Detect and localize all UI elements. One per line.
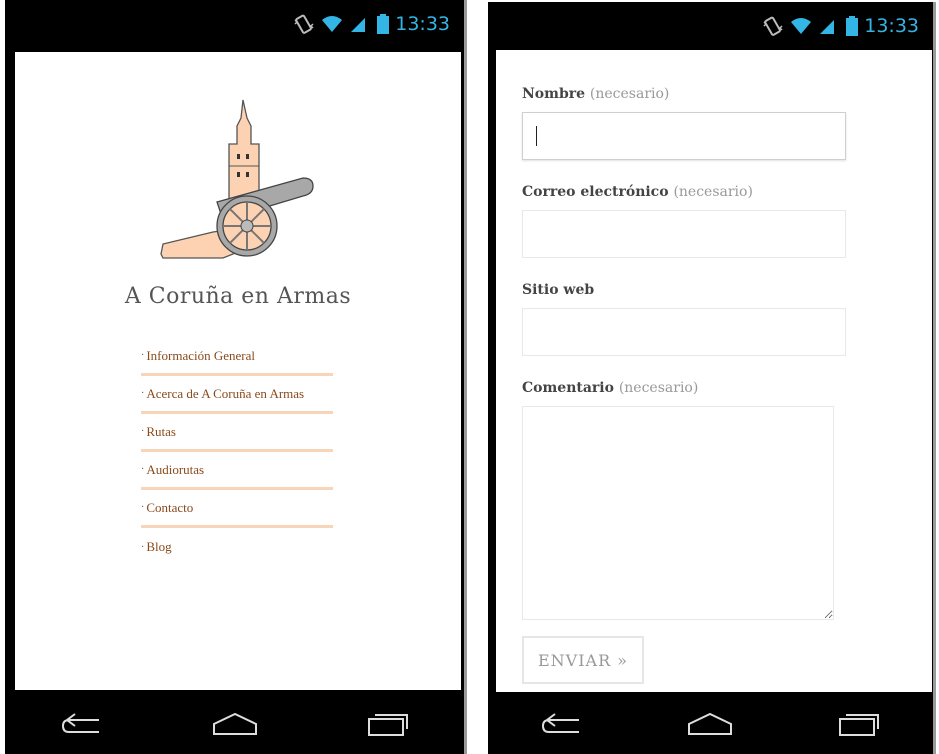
recent-apps-button[interactable] (358, 704, 418, 744)
menu-bullet: · (141, 541, 145, 553)
app-screen[interactable]: Nombre (necesario) Correo electrónico (n… (496, 50, 932, 692)
app-screen[interactable]: A Coruña en Armas · Información General … (15, 52, 461, 690)
wifi-icon (321, 14, 343, 34)
home-button[interactable] (205, 704, 265, 744)
text-cursor (536, 126, 537, 146)
home-icon (688, 712, 733, 735)
menu-item-label: Audiorutas (146, 461, 205, 477)
recent-apps-button[interactable] (829, 704, 889, 744)
name-required-note: (necesario) (589, 86, 670, 102)
name-label: Nombre (necesario) (522, 86, 852, 102)
home-icon (212, 712, 257, 735)
menu-bullet: · (141, 464, 145, 475)
email-field[interactable] (522, 210, 846, 258)
menu-item-audiorutas[interactable]: · Audiorutas (141, 452, 333, 490)
back-icon (542, 713, 580, 733)
menu-bullet: · (141, 388, 145, 399)
menu-item-informacion-general[interactable]: · Información General (141, 338, 333, 376)
home-button[interactable] (680, 704, 740, 744)
email-label: Correo electrónico (necesario) (522, 184, 852, 200)
back-button[interactable] (532, 704, 592, 744)
tower-cannon-logo-icon (160, 99, 314, 259)
back-button[interactable] (52, 704, 112, 744)
battery-icon (846, 16, 859, 36)
signal-icon (349, 14, 371, 34)
menu-bullet: · (141, 426, 145, 437)
comment-textarea[interactable] (522, 406, 834, 620)
right-phone: 13:33 Nombre (necesario) Correo electrón… (488, 2, 936, 754)
comment-form: Nombre (necesario) Correo electrónico (n… (522, 86, 852, 684)
navigation-bar (5, 694, 464, 754)
website-field[interactable] (522, 308, 846, 356)
status-bar: 13:33 (5, 0, 464, 48)
menu-item-label: Rutas (146, 423, 176, 439)
menu-bullet: · (141, 350, 145, 361)
submit-button[interactable]: ENVIAR » (522, 636, 644, 684)
site-logo[interactable] (143, 96, 323, 276)
recent-apps-icon (367, 714, 408, 736)
recent-apps-icon (838, 714, 879, 736)
menu-bullet: · (141, 502, 145, 513)
menu-item-acerca[interactable]: · Acerca de A Coruña en Armas (141, 376, 333, 414)
menu-item-rutas[interactable]: · Rutas (141, 414, 333, 452)
battery-icon (377, 14, 390, 34)
menu-item-blog[interactable]: · Blog (141, 528, 333, 566)
comment-required-note: (necesario) (618, 380, 699, 396)
site-title[interactable]: A Coruña en Armas (15, 284, 461, 309)
menu-item-label: Blog (146, 539, 172, 554)
website-label: Sitio web (522, 282, 852, 298)
menu-item-contacto[interactable]: · Contacto (141, 490, 333, 528)
menu-item-label: Acerca de A Coruña en Armas (146, 385, 305, 401)
vibrate-icon (762, 16, 784, 36)
signal-icon (818, 16, 840, 36)
menu-item-label: Información General (146, 347, 255, 363)
menu-item-label: Contacto (146, 499, 194, 515)
email-label-text: Correo electrónico (522, 184, 669, 200)
clock-time: 13:33 (395, 13, 450, 35)
navigation-bar (488, 694, 933, 754)
email-required-note: (necesario) (673, 184, 753, 200)
comment-label: Comentario (necesario) (522, 380, 852, 396)
vibrate-icon (293, 14, 315, 34)
clock-time: 13:33 (864, 15, 919, 37)
name-field[interactable] (522, 112, 846, 160)
comment-label-text: Comentario (522, 380, 614, 396)
status-bar: 13:33 (488, 2, 933, 50)
name-label-text: Nombre (522, 86, 586, 102)
wifi-icon (790, 16, 812, 36)
back-icon (61, 713, 99, 733)
website-label-text: Sitio web (522, 282, 595, 298)
left-phone: 13:33 A Coruña en Armas · Información Ge… (5, 0, 467, 754)
main-menu: · Información General · Acerca de A Coru… (141, 338, 333, 566)
